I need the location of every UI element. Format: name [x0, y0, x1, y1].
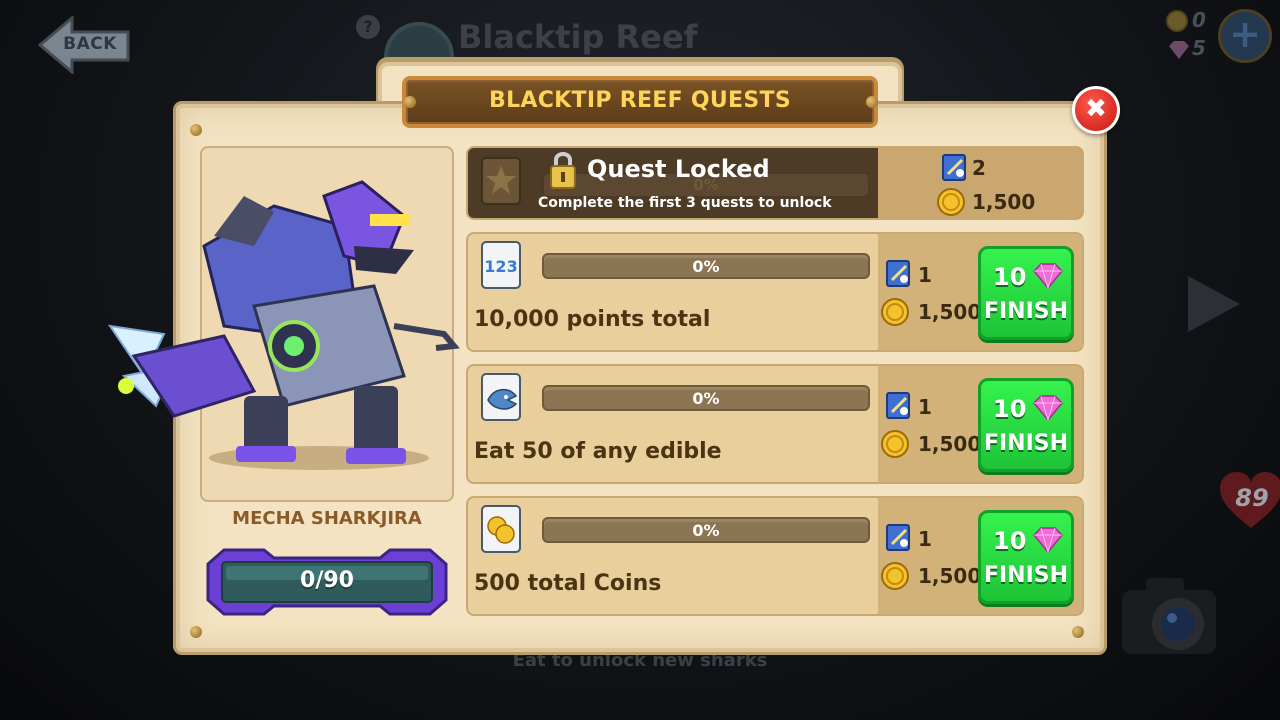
locked-quest-title: Quest Locked [587, 155, 770, 183]
shark-unlock-progress: 0/90 [300, 568, 354, 593]
add-currency-button[interactable]: + [1218, 9, 1272, 63]
quest-description: 500 total Coins [474, 571, 662, 596]
coin-icon [881, 562, 909, 590]
padlock-icon [550, 152, 576, 189]
svg-text:123: 123 [484, 257, 517, 276]
quest-progress-text: 0% [692, 257, 720, 276]
next-arrow-icon[interactable] [1184, 272, 1244, 336]
finish-quest-button[interactable]: 10 FINISH [978, 246, 1074, 340]
mecha-shark-image [107, 180, 460, 470]
quest-description: 10,000 points total [474, 307, 711, 332]
rivet [1072, 626, 1084, 638]
coin-icon [881, 298, 909, 326]
quest-progress-text: 0% [692, 389, 720, 408]
shark-scroll-icon [481, 373, 521, 421]
gem-icon [1033, 395, 1063, 421]
locked-quest-subtitle: Complete the first 3 quests to unlock [538, 195, 832, 211]
finish-label: FINISH [983, 299, 1069, 324]
coins-scroll-icon [481, 505, 521, 553]
quest-reward-tickets: 1 [918, 527, 932, 551]
background-hint: Eat to unlock new sharks [512, 650, 768, 671]
coin-icon [937, 188, 965, 216]
finish-cost: 10 [993, 395, 1027, 423]
gem-count: 5 [1192, 36, 1206, 60]
close-button[interactable]: ✖ [1072, 86, 1120, 134]
back-button[interactable]: BACK [37, 14, 130, 76]
points-scroll-icon: 123 [481, 241, 521, 289]
quest-reward-tickets: 1 [918, 263, 932, 287]
locked-reward-tickets: 2 [972, 156, 986, 180]
gem-icon [1169, 41, 1189, 59]
quest-reward-coins: 1,500 [918, 432, 982, 456]
rivet [190, 124, 202, 136]
coin-icon [881, 430, 909, 458]
star-scroll-icon [481, 157, 521, 205]
quest-reward-coins: 1,500 [918, 564, 982, 588]
ticket-scroll-icon [886, 524, 910, 551]
finish-cost: 10 [993, 527, 1027, 555]
locked-reward-coins: 1,500 [972, 190, 1036, 214]
quest-reward-tickets: 1 [918, 395, 932, 419]
gem-icon [1033, 527, 1063, 553]
coin-icon [1166, 10, 1188, 32]
finish-quest-button[interactable]: 10 FINISH [978, 510, 1074, 604]
finish-label: FINISH [983, 563, 1069, 588]
ticket-scroll-icon [942, 154, 966, 181]
shark-name: MECHA SHARKJIRA [232, 508, 422, 529]
help-icon[interactable]: ? [356, 15, 380, 39]
back-label: BACK [63, 34, 117, 54]
quest-progress-text: 0% [692, 521, 720, 540]
finish-cost: 10 [993, 263, 1027, 291]
background-zone-title: Blacktip Reef [458, 18, 698, 56]
quest-reward-coins: 1,500 [918, 300, 982, 324]
quest-description: Eat 50 of any edible [474, 439, 722, 464]
dialog-title: BLACKTIP REEF QUESTS [489, 88, 791, 113]
ticket-scroll-icon [886, 260, 910, 287]
rivet [190, 626, 202, 638]
health-value: 89 [1235, 484, 1269, 512]
gem-icon [1033, 263, 1063, 289]
camera-icon[interactable] [1118, 574, 1220, 660]
finish-label: FINISH [983, 431, 1069, 456]
ticket-scroll-icon [886, 392, 910, 419]
coin-count: 0 [1192, 8, 1206, 32]
finish-quest-button[interactable]: 10 FINISH [978, 378, 1074, 472]
